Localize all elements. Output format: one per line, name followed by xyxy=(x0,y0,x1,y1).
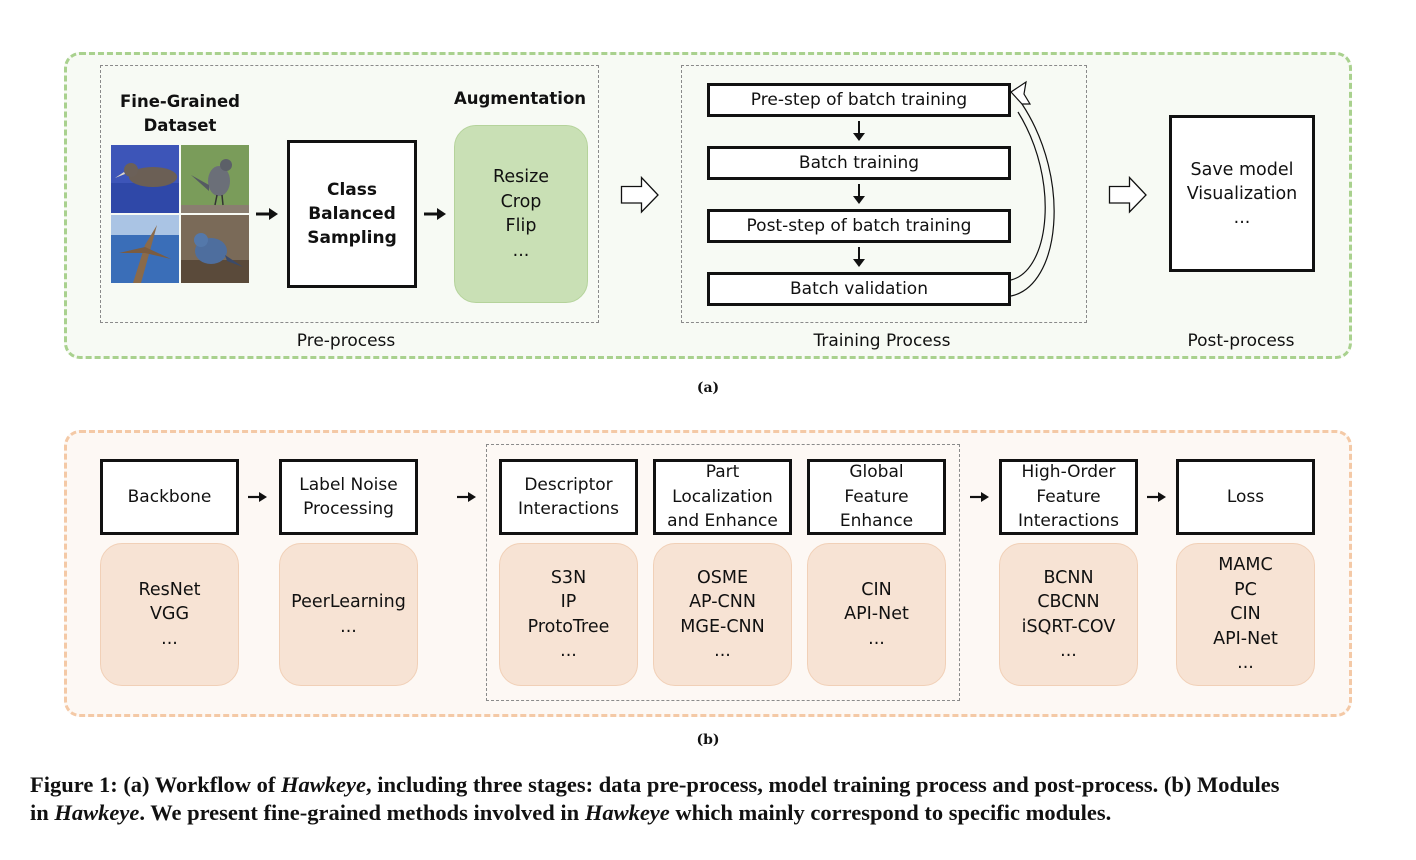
method-name: CIN xyxy=(861,579,892,600)
module-title-line: Label Noise xyxy=(299,474,398,495)
method-name: ProtoTree xyxy=(527,616,610,637)
training-step-box: Batch validation xyxy=(707,272,1011,306)
method-name: IP xyxy=(560,592,577,612)
method-name: iSQRT-COV xyxy=(1021,616,1116,637)
module-title-box: Descriptor Interactions xyxy=(499,459,638,535)
method-name: AP-CNN xyxy=(689,592,756,612)
loop-back-arrow-icon xyxy=(1010,80,1055,297)
method-name: BCNN xyxy=(1043,567,1094,588)
method-name: ResNet xyxy=(138,579,201,600)
method-name: MAMC xyxy=(1218,555,1273,576)
caption-line-2: in Hawkeye. We present fine-grained meth… xyxy=(30,800,1112,825)
method-name: VGG xyxy=(149,604,190,625)
module-methods-box: OSME AP-CNN MGE-CNN... xyxy=(653,543,792,686)
module-title-line: Localization xyxy=(672,486,773,507)
module-title-line: Enhance xyxy=(839,511,914,532)
module-title-line: Descriptor xyxy=(524,474,613,495)
arrow-right-icon xyxy=(256,208,278,220)
module-methods-box: CIN API-Net... xyxy=(807,543,946,686)
augmentation-methods-box: Resize Crop Flip ... xyxy=(454,125,588,303)
dataset-title: Fine-Grained Dataset xyxy=(120,92,240,135)
module-title-line: and Enhance xyxy=(667,511,778,532)
module-title-line: Feature xyxy=(1036,486,1101,507)
arrow-down-icon xyxy=(853,121,865,141)
arrow-right-icon xyxy=(970,492,989,502)
method-name: CIN xyxy=(1230,604,1261,625)
module-title-line: Interactions xyxy=(1017,511,1120,532)
arrow-down-icon xyxy=(853,184,865,204)
bird-photo-albatross-water xyxy=(111,145,179,213)
class-balanced-sampling-box: Class Balanced Sampling xyxy=(287,140,417,288)
method-name: OSME xyxy=(696,567,749,588)
module-methods-box: S3N IP ProtoTree... xyxy=(499,543,638,686)
method-name: API-Net xyxy=(844,604,909,625)
module-methods-box: BCNN CBCNN iSQRT-COV... xyxy=(999,543,1138,686)
method-name: ... xyxy=(340,616,357,637)
module-title-box: High-Order Feature Interactions xyxy=(999,459,1138,535)
module-title-box: Backbone xyxy=(100,459,239,535)
method-name: MGE-CNN xyxy=(680,616,765,637)
arrow-right-icon xyxy=(457,492,476,502)
preprocess-stage-label: Pre-process xyxy=(296,331,396,351)
module-methods-box: PeerLearning... xyxy=(279,543,418,686)
module-title-line: Global xyxy=(849,462,904,483)
method-name: ... xyxy=(714,641,731,661)
postprocess-stage-label: Post-process xyxy=(1187,331,1295,351)
method-name: ... xyxy=(1060,641,1077,661)
method-name: ... xyxy=(1237,653,1254,674)
module-title-box: Part Localization and Enhance xyxy=(653,459,792,535)
method-name: PeerLearning xyxy=(291,592,406,612)
module-title-line: Loss xyxy=(1226,486,1265,507)
module-title-line: High-Order xyxy=(1021,462,1116,483)
arrow-right-icon xyxy=(1147,492,1166,502)
module-title-line: Feature xyxy=(844,486,909,507)
hollow-arrow-right-icon xyxy=(620,175,659,214)
training-step-box: Batch training xyxy=(707,146,1011,180)
hollow-arrow-right-icon xyxy=(1108,175,1147,214)
training-step-box: Pre-step of batch training xyxy=(707,83,1011,117)
module-title-box: Global Feature Enhance xyxy=(807,459,946,535)
module-title-line: Backbone xyxy=(127,486,212,507)
method-name: ... xyxy=(868,628,885,649)
method-name: PC xyxy=(1234,579,1257,600)
module-title-line: Interactions xyxy=(517,499,620,519)
module-methods-box: ResNet VGG... xyxy=(100,543,239,686)
subfigure-label-b: (b) xyxy=(696,732,720,748)
augmentation-title: Augmentation xyxy=(453,89,587,108)
method-name: ... xyxy=(560,641,577,661)
arrow-down-icon xyxy=(853,247,865,267)
bird-photo-bluebird xyxy=(181,215,249,283)
bird-photo-catbird xyxy=(181,145,249,213)
method-name: CBCNN xyxy=(1037,592,1100,612)
arrow-right-icon xyxy=(248,492,267,502)
training-stage-label: Training Process xyxy=(813,331,951,351)
postprocess-box: Save model Visualization ... xyxy=(1169,115,1315,272)
module-methods-box: MAMC PC CIN API-Net... xyxy=(1176,543,1315,686)
method-name: ... xyxy=(161,628,178,649)
method-name: API-Net xyxy=(1213,628,1278,649)
bird-photo-albatross-flight xyxy=(111,215,179,283)
training-step-box: Post-step of batch training xyxy=(707,209,1011,243)
arrow-right-icon xyxy=(424,208,446,220)
module-title-line: Part xyxy=(705,462,740,483)
module-title-box: Label Noise Processing xyxy=(279,459,418,535)
caption-line-1: Figure 1: (a) Workflow of Hawkeye, inclu… xyxy=(30,772,1280,797)
method-name: S3N xyxy=(550,567,587,588)
module-title-line: Processing xyxy=(303,499,394,519)
subfigure-label-a: (a) xyxy=(696,380,720,396)
figure-caption: Figure 1: (a) Workflow of Hawkeye, inclu… xyxy=(30,771,1390,827)
module-title-box: Loss xyxy=(1176,459,1315,535)
